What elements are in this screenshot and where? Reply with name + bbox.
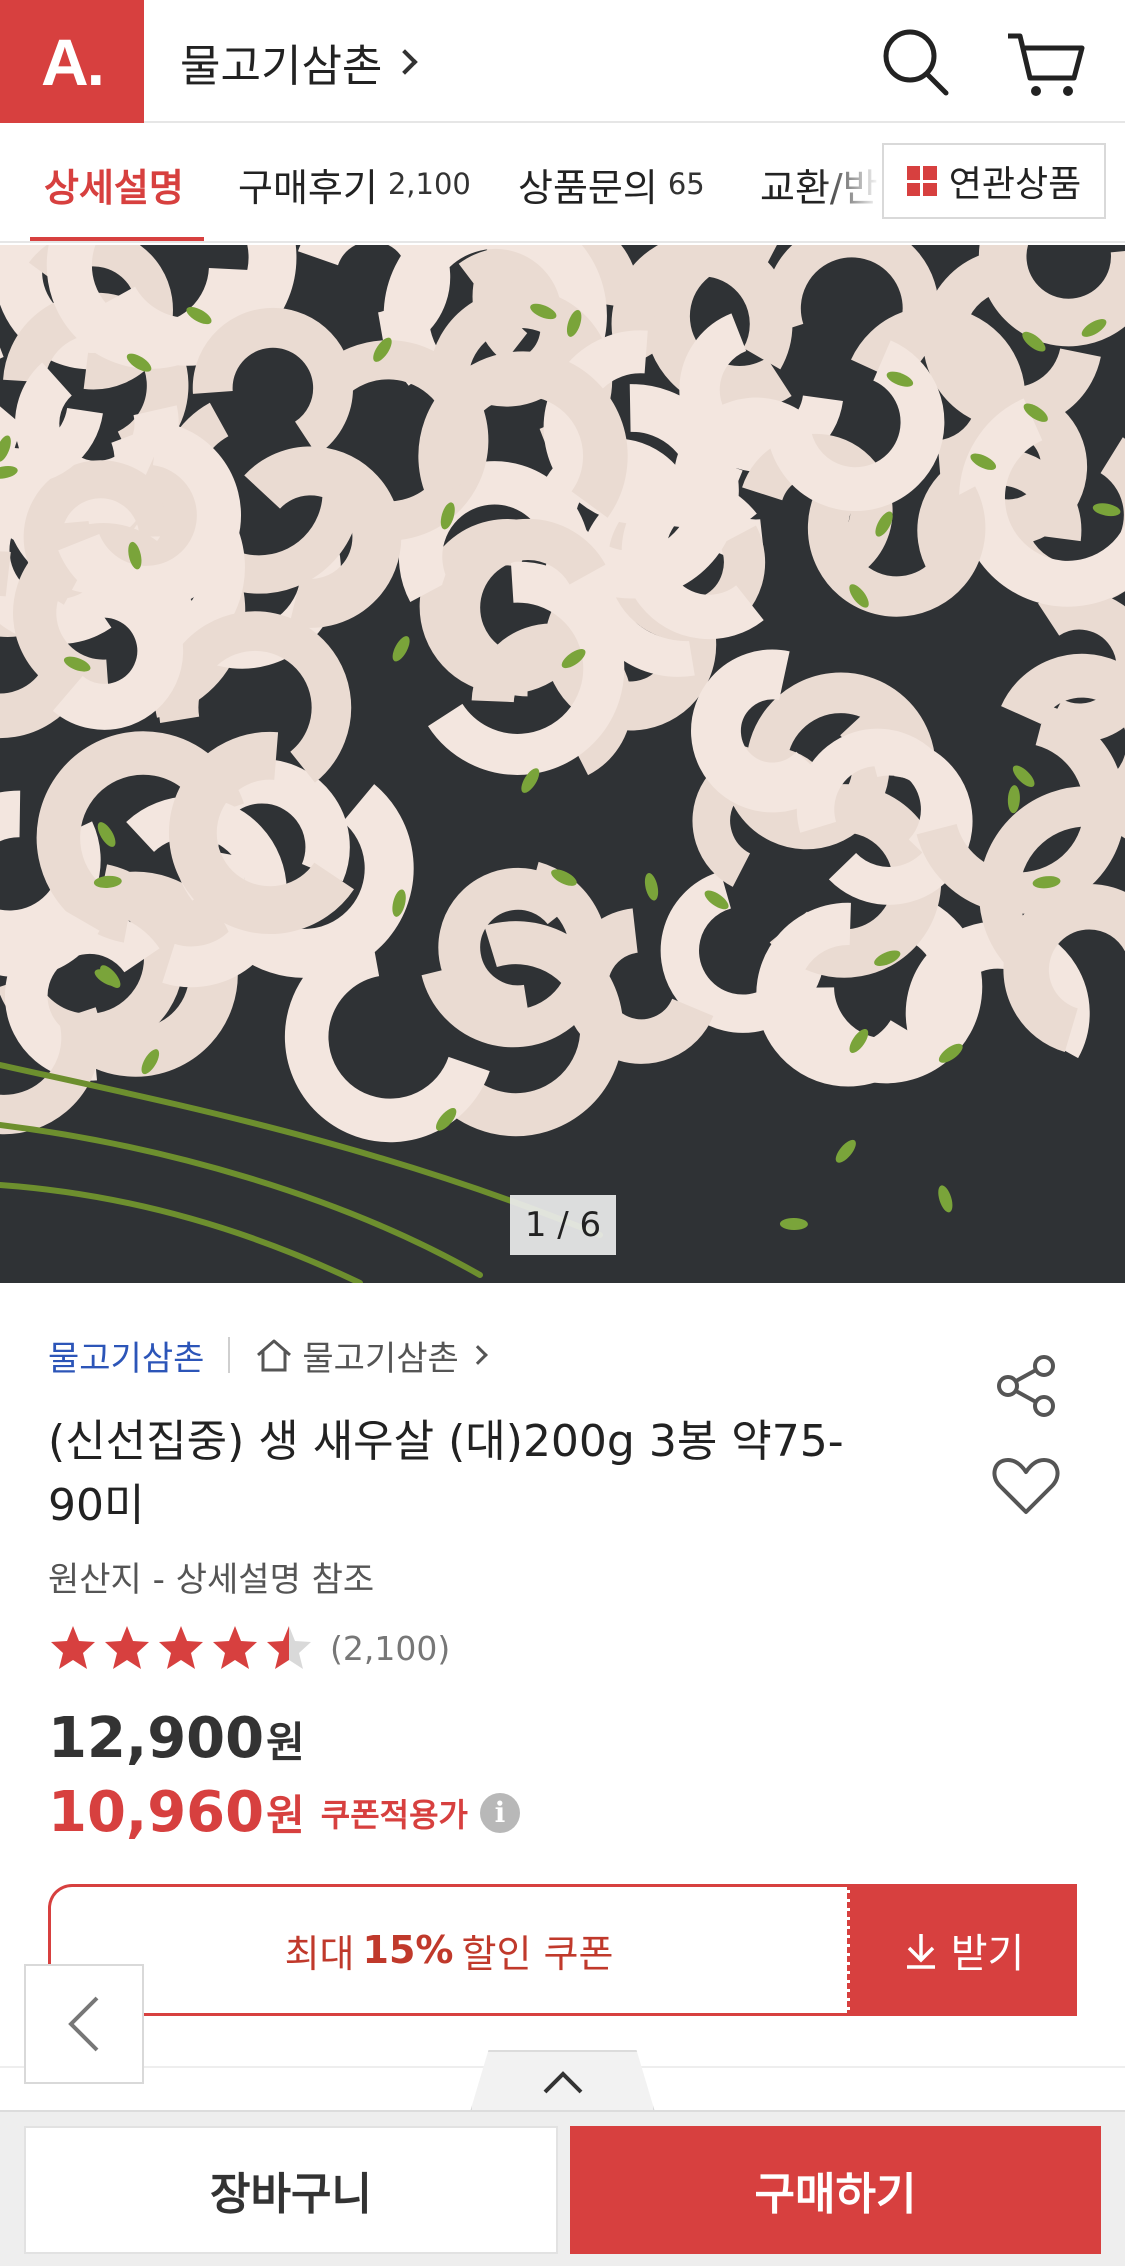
currency-unit: 원 bbox=[266, 1718, 305, 1767]
product-origin: 원산지 - 상세설명 참조 bbox=[48, 1560, 375, 1600]
seller-divider bbox=[228, 1337, 231, 1373]
chevron-up-icon bbox=[543, 2071, 582, 2094]
coupon-get-button[interactable]: 받기 bbox=[850, 1884, 1077, 2016]
product-image[interactable] bbox=[0, 245, 1125, 1283]
star-icon bbox=[159, 1626, 203, 1669]
image-counter: 1 / 6 bbox=[510, 1195, 616, 1255]
currency-unit: 원 bbox=[266, 1791, 305, 1840]
tab-reviews[interactable]: 구매후기 2,100 bbox=[238, 125, 471, 241]
download-arrow-icon bbox=[906, 1934, 935, 1969]
coupon-percent: 15% bbox=[362, 1928, 454, 1972]
share-icon[interactable] bbox=[990, 1350, 1062, 1422]
store-title-text: 물고기삼촌 bbox=[180, 40, 383, 92]
seller-link[interactable]: 물고기삼촌 bbox=[48, 1331, 204, 1380]
rating-stars bbox=[48, 1623, 318, 1673]
star-icon bbox=[267, 1626, 311, 1669]
add-to-cart-button[interactable]: 장바구니 bbox=[24, 2126, 558, 2254]
tab-fade bbox=[820, 125, 880, 241]
tab-detail[interactable]: 상세설명 bbox=[44, 125, 184, 241]
seller-row: 물고기삼촌 물고기삼촌 bbox=[48, 1330, 488, 1380]
product-tabs: 상세설명 구매후기 2,100 상품문의 65 교환/반 연관상품 bbox=[0, 125, 1125, 243]
coupon-price-label: 쿠폰적용가 bbox=[320, 1795, 468, 1834]
original-price: 12,900 원 bbox=[48, 1706, 305, 1771]
related-products-label: 연관상품 bbox=[948, 164, 1082, 205]
app-logo[interactable]: A. bbox=[0, 0, 144, 123]
buy-now-button[interactable]: 구매하기 bbox=[570, 2126, 1101, 2254]
home-store-label: 물고기삼촌 bbox=[302, 1338, 459, 1379]
original-price-value: 12,900 bbox=[48, 1706, 265, 1771]
product-name: (신선집중) 생 새우살 (대)200g 3봉 약75-90미 bbox=[48, 1416, 844, 1531]
tab-inquiries-count: 65 bbox=[667, 167, 705, 201]
chevron-left-icon bbox=[68, 1996, 99, 2052]
tab-detail-label: 상세설명 bbox=[44, 165, 184, 210]
related-products-button[interactable]: 연관상품 bbox=[882, 143, 1106, 219]
back-button[interactable] bbox=[24, 1964, 144, 2084]
sale-price-value: 10,960 bbox=[48, 1780, 265, 1845]
chevron-right-icon bbox=[467, 1345, 488, 1365]
tab-reviews-label: 구매후기 bbox=[238, 165, 378, 210]
expand-handle[interactable] bbox=[470, 2050, 655, 2112]
info-icon[interactable]: i bbox=[479, 1792, 520, 1833]
tab-inquiries-label: 상품문의 bbox=[518, 165, 658, 210]
star-icon bbox=[213, 1626, 257, 1669]
rating-row[interactable]: (2,100) bbox=[48, 1620, 450, 1676]
coupon-banner[interactable]: 최대 15% 할인 쿠폰 bbox=[48, 1884, 850, 2016]
active-tab-indicator bbox=[30, 237, 204, 241]
search-icon[interactable] bbox=[870, 18, 960, 108]
coupon-prefix: 최대 bbox=[284, 1931, 355, 1976]
store-title-link[interactable]: 물고기삼촌 bbox=[180, 0, 419, 123]
top-header: A. 물고기삼촌 bbox=[0, 0, 1125, 123]
home-icon bbox=[257, 1339, 292, 1372]
grid-icon bbox=[906, 166, 937, 196]
review-count: (2,100) bbox=[330, 1628, 451, 1668]
coupon-suffix: 할인 쿠폰 bbox=[461, 1931, 614, 1976]
tab-inquiries[interactable]: 상품문의 65 bbox=[518, 125, 705, 241]
chevron-right-icon bbox=[392, 48, 419, 75]
sale-price: 10,960 원 쿠폰적용가 i bbox=[48, 1780, 520, 1845]
star-icon bbox=[51, 1626, 95, 1669]
shrimp-photo bbox=[0, 245, 1125, 1283]
tab-reviews-count: 2,100 bbox=[387, 167, 471, 201]
cart-icon[interactable] bbox=[1000, 18, 1090, 108]
bottom-action-bar: 장바구니 구매하기 bbox=[0, 2110, 1125, 2266]
coupon-get-label: 받기 bbox=[950, 1931, 1025, 1977]
star-icon bbox=[105, 1626, 149, 1669]
heart-icon[interactable] bbox=[990, 1450, 1062, 1522]
home-store-link[interactable]: 물고기삼촌 bbox=[254, 1331, 488, 1380]
